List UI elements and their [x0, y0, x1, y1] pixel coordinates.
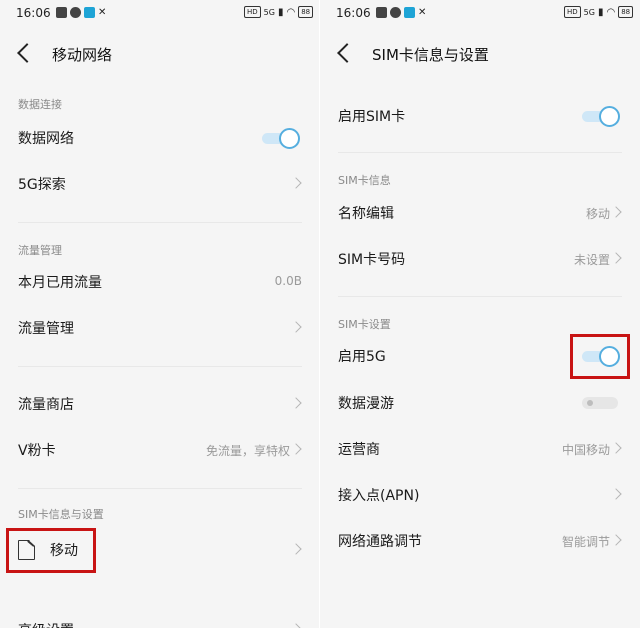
- toggle-knob: [587, 400, 593, 406]
- app-icon: [390, 7, 401, 18]
- header: 移动网络: [0, 40, 320, 70]
- wifi-icon: ◠: [286, 6, 296, 18]
- chevron-right-icon: [290, 443, 302, 455]
- tools-icon: ✕: [418, 7, 427, 18]
- enable-sim-toggle[interactable]: [580, 106, 620, 127]
- row-value: 未设置: [573, 253, 610, 267]
- row-data-network[interactable]: 数据网络: [0, 118, 320, 158]
- row-value: 智能调节: [561, 535, 610, 549]
- row-label: SIM卡号码: [338, 252, 406, 268]
- row-traffic-mgmt[interactable]: 流量管理: [0, 308, 320, 348]
- toggle-knob: [599, 106, 620, 127]
- mail-icon: [56, 7, 67, 18]
- row-label: 流量管理: [18, 321, 74, 337]
- hd-icon: HD: [244, 6, 261, 18]
- wifi-icon: ◠: [606, 6, 616, 18]
- status-right-icons: HD 5G ▮ ◠ 88: [244, 6, 314, 18]
- row-traffic-store[interactable]: 流量商店: [0, 384, 320, 424]
- row-label: 名称编辑: [338, 206, 394, 222]
- sim-settings-screen: 16:06 ✕ HD 5G ▮ ◠ 88 SIM卡信息与设置 启用SIM卡 SI…: [320, 0, 640, 628]
- chevron-right-icon: [610, 534, 622, 546]
- row-enable-sim[interactable]: 启用SIM卡: [320, 96, 640, 136]
- chevron-right-icon: [610, 488, 622, 500]
- row-label: 数据网络: [18, 131, 74, 147]
- highlight-box: [6, 528, 96, 573]
- highlight-box: [570, 334, 630, 379]
- mail-icon: [376, 7, 387, 18]
- row-net-channel[interactable]: 网络通路调节 智能调节: [320, 521, 640, 561]
- tools-icon: ✕: [98, 7, 107, 18]
- data-network-toggle[interactable]: [260, 128, 300, 149]
- divider: [338, 296, 622, 297]
- row-label: 5G探索: [18, 177, 66, 193]
- row-label: 运营商: [338, 442, 380, 458]
- row-data-roaming[interactable]: 数据漫游: [320, 383, 640, 423]
- row-label: 启用SIM卡: [338, 109, 406, 125]
- row-label: V粉卡: [18, 443, 56, 459]
- battery-icon: 88: [618, 6, 634, 18]
- page-title: SIM卡信息与设置: [372, 46, 489, 64]
- divider: [18, 222, 302, 223]
- chevron-right-icon: [290, 623, 302, 628]
- signal-icon: ▮: [597, 6, 604, 18]
- status-time: 16:06: [16, 6, 51, 20]
- divider: [18, 366, 302, 367]
- chevron-right-icon: [290, 397, 302, 409]
- chevron-right-icon: [290, 543, 302, 555]
- chevron-right-icon: [290, 321, 302, 333]
- back-arrow-icon[interactable]: [17, 43, 37, 63]
- status-time: 16:06: [336, 6, 371, 20]
- screenshot-pair: 16:06 ✕ HD 5G ▮ ◠ 88 移动网络 数据连接 数据网络 5G探索…: [0, 0, 640, 628]
- toggle-knob: [279, 128, 300, 149]
- notification-icons: ✕: [376, 7, 426, 18]
- status-bar: 16:06 ✕ HD 5G ▮ ◠ 88: [320, 0, 640, 26]
- row-value: 中国移动: [561, 443, 610, 457]
- mobile-network-screen: 16:06 ✕ HD 5G ▮ ◠ 88 移动网络 数据连接 数据网络 5G探索…: [0, 0, 320, 628]
- chevron-right-icon: [610, 252, 622, 264]
- header: SIM卡信息与设置: [320, 40, 640, 70]
- signal-5g-label: 5G: [263, 7, 275, 17]
- row-label: 本月已用流量: [18, 275, 102, 291]
- divider: [18, 488, 302, 489]
- chevron-right-icon: [610, 206, 622, 218]
- app-icon-blue: [84, 7, 95, 18]
- section-traffic: 流量管理: [18, 244, 62, 257]
- section-sim-settings: SIM卡设置: [338, 318, 391, 331]
- row-5g-explore[interactable]: 5G探索: [0, 164, 320, 204]
- data-roaming-toggle[interactable]: [582, 397, 618, 409]
- battery-icon: 88: [298, 6, 314, 18]
- row-advanced[interactable]: 高级设置: [0, 610, 320, 628]
- row-name-edit[interactable]: 名称编辑 移动: [320, 193, 640, 233]
- row-value: 移动: [585, 207, 610, 221]
- row-label: 网络通路调节: [338, 534, 422, 550]
- section-data-connection: 数据连接: [18, 98, 62, 111]
- row-carrier[interactable]: 运营商 中国移动: [320, 429, 640, 469]
- signal-icon: ▮: [277, 6, 284, 18]
- row-vcard[interactable]: V粉卡 免流量，享特权: [0, 430, 320, 470]
- row-sim-number[interactable]: SIM卡号码 未设置: [320, 239, 640, 279]
- section-sim: SIM卡信息与设置: [18, 508, 104, 521]
- row-label: 数据漫游: [338, 396, 394, 412]
- signal-5g-label: 5G: [583, 7, 595, 17]
- chevron-right-icon: [610, 442, 622, 454]
- row-value: 0.0B: [274, 274, 302, 288]
- status-right-icons: HD 5G ▮ ◠ 88: [564, 6, 634, 18]
- row-apn[interactable]: 接入点(APN): [320, 475, 640, 515]
- back-arrow-icon[interactable]: [337, 43, 357, 63]
- row-monthly-used[interactable]: 本月已用流量 0.0B: [0, 262, 320, 302]
- row-label: 流量商店: [18, 397, 74, 413]
- divider: [338, 152, 622, 153]
- row-value: 免流量，享特权: [205, 444, 290, 458]
- row-label: 启用5G: [338, 349, 386, 365]
- status-bar: 16:06 ✕ HD 5G ▮ ◠ 88: [0, 0, 320, 26]
- notification-icons: ✕: [56, 7, 106, 18]
- section-sim-info: SIM卡信息: [338, 174, 391, 187]
- page-title: 移动网络: [52, 46, 113, 64]
- app-icon-blue: [404, 7, 415, 18]
- app-icon: [70, 7, 81, 18]
- row-label: 接入点(APN): [338, 488, 420, 504]
- row-label: 高级设置: [18, 620, 74, 628]
- chevron-right-icon: [290, 177, 302, 189]
- hd-icon: HD: [564, 6, 581, 18]
